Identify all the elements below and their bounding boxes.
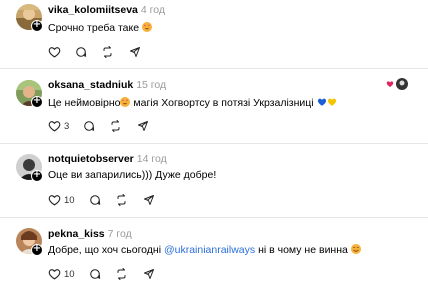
share-button[interactable] [136,120,149,132]
username[interactable]: oksana_stadniuk [48,79,133,91]
timestamp: 14 год [136,153,167,165]
share-button[interactable] [142,268,155,280]
like-count: 10 [64,194,75,206]
comment-text: Добре, що хоч сьогодні @ukrainianrailway… [48,243,361,257]
repost-button[interactable] [115,268,128,280]
username[interactable]: pekna_kiss [48,228,105,240]
avatar [396,78,408,90]
comments-thread: + vika_kolomiitseva 4 год Срочно треба та… [0,0,428,285]
reply-button[interactable] [89,268,101,280]
comment-body: Срочно треба таке [48,22,140,34]
share-icon [138,121,149,131]
comment-icon [84,121,95,131]
comment-3: + notquietobserver 14 год Оце ви запарили… [0,144,428,218]
timestamp: 7 год [107,228,132,240]
username[interactable]: notquietobserver [48,153,134,165]
repost-button[interactable] [101,46,114,58]
comment-2: + oksana_stadniuk 15 год Це неймовірно ма… [0,70,428,144]
heart-eyes-emoji [120,97,131,107]
share-icon [143,269,154,279]
share-icon [143,195,154,205]
timestamp: 15 год [136,79,167,91]
like-button[interactable]: 10 [48,194,75,206]
comment-4: + pekna_kiss 7 год Добре, що хоч сьогодні… [0,218,428,285]
comment-icon [76,47,87,57]
heart-icon [48,47,61,58]
like-count: 3 [64,120,70,132]
repost-icon [117,194,126,206]
username[interactable]: vika_kolomiitseva [48,4,138,16]
reply-button[interactable] [75,46,87,58]
share-icon [130,47,140,57]
comment-body-continued: магія Хогвортсу в потязі Укрзалізниці [130,97,317,109]
comment-header: vika_kolomiitseva 4 год [48,4,165,17]
follow-plus-icon[interactable]: + [31,170,43,182]
repost-button[interactable] [115,194,128,206]
repost-icon [117,268,126,280]
like-button[interactable]: 3 [48,120,69,132]
comment-body: Добре, що хоч сьогодні [48,244,164,256]
follow-plus-icon[interactable]: + [31,20,43,32]
heart-eyes-emoji [141,22,152,32]
comment-header: pekna_kiss 7 год [48,228,132,241]
comment-actions [48,45,155,59]
yellow-heart-emoji [327,98,336,106]
comment-body-continued: ні в чому не винна [255,244,348,256]
follow-plus-icon[interactable]: + [31,96,43,108]
heart-icon [48,269,61,280]
repost-icon [111,120,120,132]
comment-text: Оце ви запарились))) Дуже добре! [48,168,216,182]
heart-icon [48,195,61,206]
comment-icon [89,269,100,279]
comment-icon [89,195,100,205]
comment-actions: 10 [48,193,169,207]
like-button[interactable] [48,46,61,58]
like-button[interactable]: 10 [48,268,75,280]
reply-preview[interactable] [386,78,408,90]
comment-actions: 10 [48,267,169,281]
share-button[interactable] [128,46,141,58]
comment-body: Це неймовірно [48,97,121,109]
divider [0,68,428,69]
comment-header: notquietobserver 14 год [48,153,167,166]
comment-actions: 3 [48,119,163,133]
share-button[interactable] [142,194,155,206]
repost-button[interactable] [109,120,122,132]
comment-header: oksana_stadniuk 15 год [48,79,166,92]
blue-heart-emoji [317,98,326,106]
reply-button[interactable] [89,194,101,206]
timestamp: 4 год [140,4,165,16]
mention-link[interactable]: @ukrainianrailways [164,244,255,256]
heart-icon [386,81,394,87]
heart-icon [48,121,61,132]
comment-text: Це неймовірно магія Хогвортсу в потязі У… [48,96,337,110]
comment-1: + vika_kolomiitseva 4 год Срочно треба та… [0,0,428,70]
reply-button[interactable] [83,120,95,132]
comment-body: Оце ви запарились))) Дуже добре! [48,169,217,181]
follow-plus-icon[interactable]: + [31,244,43,256]
repost-icon [103,46,112,58]
comment-text: Срочно треба таке [48,21,152,35]
like-count: 10 [64,268,75,280]
smiling-emoji [350,244,361,254]
